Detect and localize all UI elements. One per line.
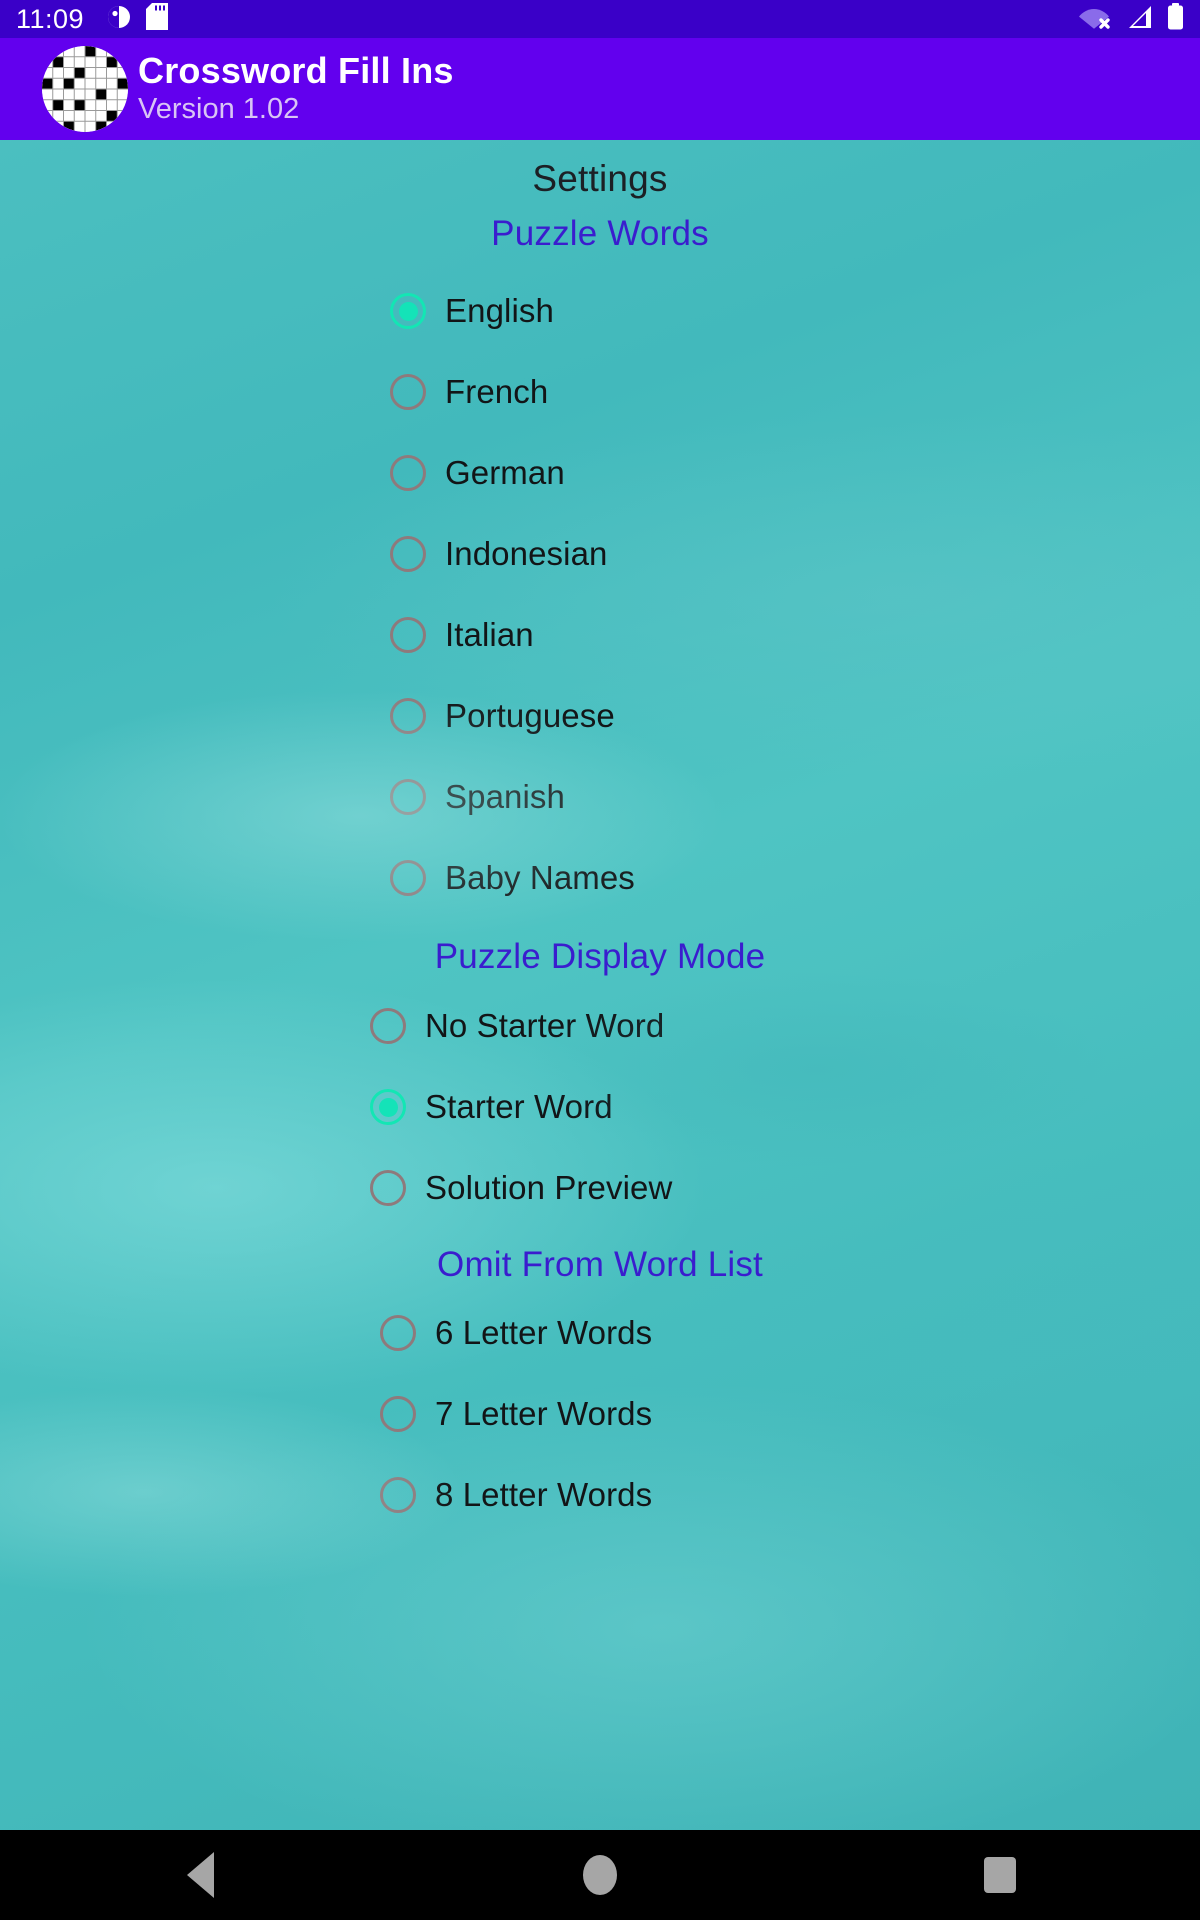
triangle-back-icon: [186, 1852, 214, 1898]
android-navigation-bar: [0, 1830, 1200, 1920]
radio-indicator-english[interactable]: [390, 293, 426, 329]
radio-indicator-portuguese[interactable]: [390, 698, 426, 734]
radio-label-7-letter-words: 7 Letter Words: [435, 1395, 653, 1432]
radio-option-baby-names[interactable]: Baby Names: [0, 859, 1200, 897]
app-bar: Crossword Fill Ins Version 1.02: [0, 38, 1200, 140]
settings-scroll-area[interactable]: Settings Puzzle Words English French Ger…: [0, 158, 1200, 1830]
radio-indicator-solution-preview[interactable]: [370, 1170, 406, 1206]
radio-indicator-baby-names[interactable]: [390, 860, 426, 896]
home-button[interactable]: [515, 1830, 685, 1920]
circle-home-icon: [583, 1855, 617, 1895]
radio-option-french[interactable]: French: [0, 373, 1200, 411]
radio-indicator-german[interactable]: [390, 455, 426, 491]
radio-option-solution-preview[interactable]: Solution Preview: [0, 1169, 1200, 1207]
radio-option-8-letter-words[interactable]: 8 Letter Words: [0, 1476, 1200, 1514]
radio-label-portuguese: Portuguese: [445, 697, 615, 734]
radio-option-6-letter-words[interactable]: 6 Letter Words: [0, 1314, 1200, 1352]
radio-label-starter-word: Starter Word: [425, 1088, 613, 1125]
radio-label-italian: Italian: [445, 616, 534, 653]
radio-option-italian[interactable]: Italian: [0, 616, 1200, 654]
radio-label-6-letter-words: 6 Letter Words: [435, 1314, 653, 1351]
radio-option-no-starter-word[interactable]: No Starter Word: [0, 1007, 1200, 1045]
status-bar-clock: 11:09: [16, 3, 85, 34]
section-omit-from-word-list: Omit From Word List 6 Letter Words 7 Let…: [0, 1245, 1200, 1514]
radio-option-indonesian[interactable]: Indonesian: [0, 535, 1200, 573]
radio-option-english[interactable]: English: [0, 292, 1200, 330]
radio-option-starter-word[interactable]: Starter Word: [0, 1088, 1200, 1126]
app-version: Version 1.02: [138, 92, 300, 125]
radio-label-no-starter-word: No Starter Word: [425, 1007, 665, 1044]
radio-indicator-indonesian[interactable]: [390, 536, 426, 572]
section-heading-puzzle-words: Puzzle Words: [491, 214, 709, 253]
battery-full-icon: [1167, 3, 1184, 35]
section-puzzle-words: Puzzle Words English French German Indon…: [0, 214, 1200, 897]
section-puzzle-display-mode: Puzzle Display Mode No Starter Word Star…: [0, 937, 1200, 1207]
radio-indicator-7-letter-words[interactable]: [380, 1396, 416, 1432]
radio-label-french: French: [445, 373, 549, 410]
do-not-disturb-icon: [106, 4, 132, 35]
radio-option-german[interactable]: German: [0, 454, 1200, 492]
radio-label-spanish: Spanish: [445, 778, 565, 815]
back-button[interactable]: [115, 1830, 285, 1920]
radio-option-7-letter-words[interactable]: 7 Letter Words: [0, 1395, 1200, 1433]
radio-label-german: German: [445, 454, 565, 491]
phone-screen: 11:09 Crossword Fill Ins Version 1.02 Se…: [0, 0, 1200, 1920]
radio-label-8-letter-words: 8 Letter Words: [435, 1476, 653, 1513]
status-bar: 11:09: [0, 0, 1200, 38]
status-bar-notification-icons: [106, 3, 169, 35]
sd-card-icon: [146, 3, 169, 35]
square-recents-icon: [984, 1857, 1016, 1893]
status-bar-system-icons: [1077, 3, 1184, 35]
radio-option-spanish[interactable]: Spanish: [0, 778, 1200, 816]
section-heading-omit-from-word-list: Omit From Word List: [437, 1245, 763, 1284]
page-title: Settings: [532, 158, 668, 199]
radio-indicator-starter-word[interactable]: [370, 1089, 406, 1125]
radio-label-english: English: [445, 292, 554, 329]
radio-indicator-no-starter-word[interactable]: [370, 1008, 406, 1044]
radio-label-baby-names: Baby Names: [445, 859, 635, 896]
radio-indicator-6-letter-words[interactable]: [380, 1315, 416, 1351]
radio-option-portuguese[interactable]: Portuguese: [0, 697, 1200, 735]
app-title: Crossword Fill Ins: [138, 49, 454, 91]
radio-label-solution-preview: Solution Preview: [425, 1169, 673, 1206]
recents-button[interactable]: [915, 1830, 1085, 1920]
radio-indicator-8-letter-words[interactable]: [380, 1477, 416, 1513]
cellular-signal-icon: [1125, 4, 1153, 35]
radio-indicator-french[interactable]: [390, 374, 426, 410]
crossword-grid-icon: [42, 46, 128, 132]
section-heading-puzzle-display-mode: Puzzle Display Mode: [434, 937, 766, 976]
radio-indicator-spanish[interactable]: [390, 779, 426, 815]
radio-indicator-italian[interactable]: [390, 617, 426, 653]
settings-content: Settings Puzzle Words English French Ger…: [0, 140, 1200, 1830]
radio-label-indonesian: Indonesian: [445, 535, 608, 572]
wifi-off-icon: [1077, 4, 1111, 35]
app-bar-text: Crossword Fill Ins Version 1.02: [138, 52, 454, 126]
